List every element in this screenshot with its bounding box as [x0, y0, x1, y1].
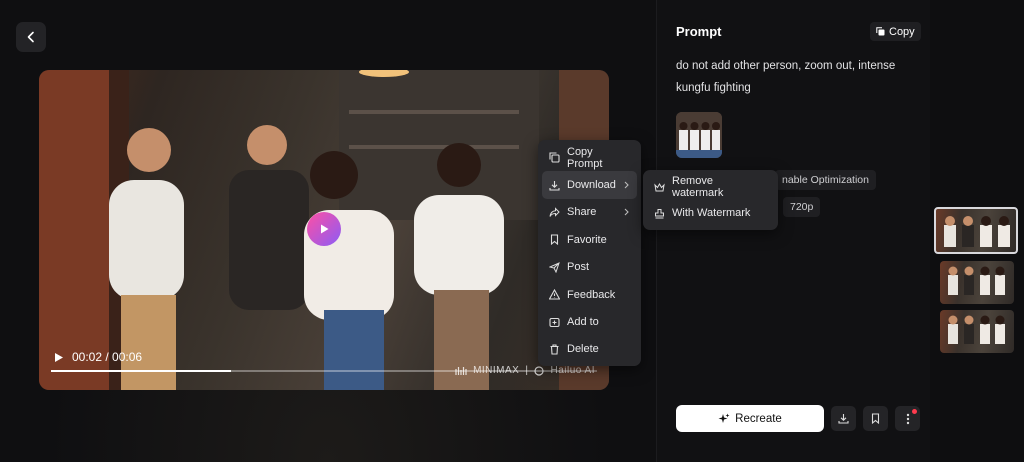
thumbnail-art	[944, 216, 1010, 247]
video-controls: 00:02 / 00:06	[53, 350, 142, 364]
menu-item-label: With Watermark	[672, 207, 751, 219]
video-watermark: MINIMAX | Hailuo AI	[455, 365, 595, 376]
send-icon	[549, 261, 560, 273]
menu-item-label: Download	[567, 179, 616, 192]
copy-icon	[876, 27, 885, 36]
reference-image-art	[676, 112, 722, 158]
menu-item-label: Delete	[567, 343, 599, 356]
crown-icon	[654, 182, 665, 191]
download-icon	[549, 180, 560, 191]
menu-item-share[interactable]: Share	[542, 199, 637, 226]
favorite-button[interactable]	[863, 406, 888, 431]
more-vertical-icon	[906, 413, 909, 424]
back-button[interactable]	[16, 22, 46, 52]
chevron-left-icon	[27, 31, 34, 43]
menu-item-delete[interactable]: Delete	[542, 336, 637, 363]
minimax-logo-icon	[455, 366, 467, 375]
play-icon	[321, 224, 329, 234]
warning-icon	[549, 289, 560, 300]
prompt-text: do not add other person, zoom out, inten…	[676, 60, 896, 94]
action-bar: Recreate	[676, 405, 920, 432]
add-to-icon	[549, 317, 560, 327]
copy-icon	[549, 152, 560, 163]
recreate-button[interactable]: Recreate	[676, 405, 824, 432]
video-progress-fill	[51, 370, 232, 372]
menu-item-add-to[interactable]: Add to	[542, 308, 637, 335]
menu-item-post[interactable]: Post	[542, 254, 637, 281]
trash-icon	[550, 344, 559, 355]
thumbnail-3[interactable]	[940, 310, 1014, 353]
watermark-brand: MINIMAX	[473, 365, 520, 376]
prompt-title: Prompt	[676, 24, 722, 39]
play-button[interactable]	[307, 212, 341, 246]
menu-item-with-watermark[interactable]: With Watermark	[647, 200, 774, 226]
download-button[interactable]	[831, 406, 856, 431]
menu-item-remove-watermark[interactable]: Remove watermark	[647, 174, 774, 200]
menu-item-label: Add to	[567, 316, 599, 329]
video-player[interactable]: 00:02 / 00:06 MINIMAX | Hailuo AI	[39, 70, 609, 390]
play-icon[interactable]	[53, 352, 64, 363]
hailuo-logo-icon	[534, 365, 545, 376]
thumbnail-1[interactable]	[934, 207, 1018, 254]
sparkle-icon	[718, 413, 730, 423]
download-icon	[838, 414, 849, 424]
chevron-right-icon	[624, 209, 629, 216]
menu-item-feedback[interactable]: Feedback	[542, 281, 637, 308]
bookmark-icon	[871, 413, 880, 424]
recreate-label: Recreate	[735, 412, 782, 425]
thumbnail-art	[948, 315, 1005, 344]
more-options-button[interactable]	[895, 406, 920, 431]
menu-item-download[interactable]: Download	[542, 171, 637, 199]
notification-dot	[912, 409, 917, 414]
thumbnail-art	[948, 266, 1005, 295]
menu-item-label: Favorite	[567, 233, 607, 246]
share-icon	[549, 207, 560, 217]
thumbnail-2[interactable]	[940, 261, 1014, 304]
menu-item-label: Post	[567, 261, 590, 274]
menu-item-favorite[interactable]: Favorite	[542, 226, 637, 253]
menu-item-label: Copy Prompt	[567, 145, 603, 170]
menu-item-label: Remove watermark	[672, 175, 724, 199]
reference-image[interactable]	[676, 112, 722, 158]
optimization-chip: nable Optimization	[775, 170, 876, 190]
chevron-right-icon	[624, 181, 629, 189]
generation-thumbnails	[934, 0, 1024, 462]
context-menu: Copy Prompt Download Share Favorite Post…	[538, 140, 641, 366]
copy-button[interactable]: Copy	[870, 22, 921, 41]
menu-item-label: Share	[567, 206, 597, 219]
menu-item-copy-prompt[interactable]: Copy Prompt	[542, 144, 637, 171]
download-submenu: Remove watermark With Watermark	[643, 170, 778, 230]
watermark-product: Hailuo AI	[550, 365, 595, 376]
main-area: 00:02 / 00:06 MINIMAX | Hailuo AI Copy P…	[0, 0, 656, 462]
prompt-panel: Prompt Copy do not add other person, zoo…	[656, 0, 930, 462]
menu-item-label: Feedback	[567, 288, 616, 301]
stamp-icon	[655, 208, 664, 218]
resolution-chip: 720p	[783, 197, 821, 217]
copy-button-label: Copy	[889, 25, 915, 38]
video-time: 00:02 / 00:06	[72, 350, 143, 364]
bookmark-icon	[550, 234, 559, 246]
watermark-separator: |	[525, 365, 529, 376]
